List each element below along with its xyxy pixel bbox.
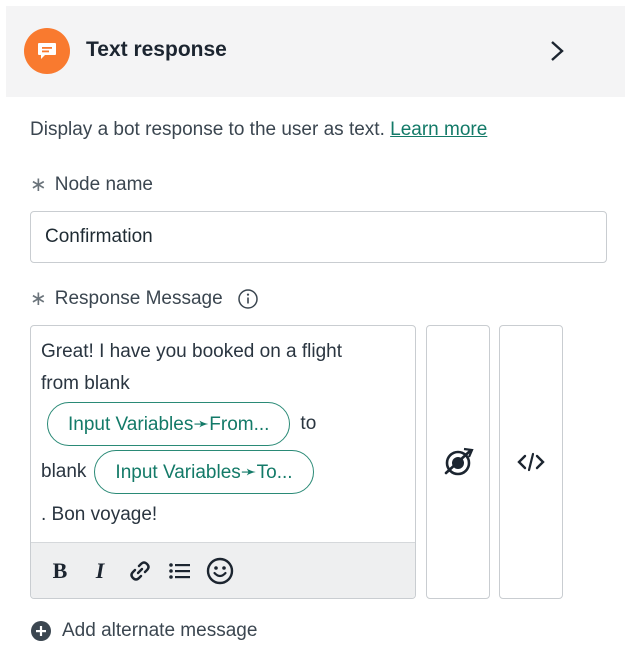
italic-icon[interactable]: I bbox=[83, 554, 117, 588]
response-message-label: ∗ Response Message bbox=[30, 286, 259, 311]
link-icon[interactable] bbox=[123, 554, 157, 588]
message-connector: to bbox=[300, 413, 317, 434]
message-text[interactable]: Great! I have you booked on a flight fro… bbox=[41, 336, 407, 400]
learn-more-link[interactable]: Learn more bbox=[390, 119, 487, 140]
code-icon bbox=[517, 452, 545, 472]
chevron-right-icon[interactable] bbox=[549, 40, 565, 62]
message-connector: blank bbox=[41, 461, 87, 482]
message-line: Great! I have you booked on a flight bbox=[41, 341, 343, 362]
response-message-label-text: Response Message bbox=[54, 287, 223, 309]
node-name-label: ∗ Node name bbox=[30, 172, 153, 197]
info-icon[interactable] bbox=[237, 288, 259, 310]
insert-variable-button[interactable] bbox=[426, 325, 490, 599]
message-line-to: blank Input Variables➛To... bbox=[41, 450, 314, 494]
variable-chip-to[interactable]: Input Variables➛To... bbox=[94, 450, 314, 494]
description: Display a bot response to the user as te… bbox=[30, 119, 487, 141]
message-line: from blank bbox=[41, 373, 130, 394]
message-ending: . Bon voyage! bbox=[41, 504, 158, 525]
required-asterisk: ∗ bbox=[30, 288, 47, 310]
bold-icon[interactable]: B bbox=[43, 554, 77, 588]
variable-icon bbox=[444, 447, 474, 476]
message-line-from: Input Variables➛From... to bbox=[47, 402, 316, 446]
description-text: Display a bot response to the user as te… bbox=[30, 119, 385, 140]
required-asterisk: ∗ bbox=[30, 174, 47, 196]
chat-bubble-icon bbox=[24, 28, 70, 74]
header-title: Text response bbox=[86, 38, 227, 61]
code-view-button[interactable] bbox=[499, 325, 563, 599]
response-message-editor[interactable]: Great! I have you booked on a flight fro… bbox=[30, 325, 416, 599]
add-alternate-label: Add alternate message bbox=[62, 620, 258, 641]
list-icon[interactable] bbox=[163, 554, 197, 588]
variable-chip-from[interactable]: Input Variables➛From... bbox=[47, 402, 291, 446]
node-name-label-text: Node name bbox=[54, 173, 153, 195]
node-name-input[interactable] bbox=[30, 211, 607, 263]
node-header[interactable]: Text response bbox=[6, 6, 625, 97]
emoji-icon[interactable] bbox=[203, 554, 237, 588]
add-alternate-message-button[interactable]: Add alternate message bbox=[30, 620, 257, 642]
formatting-toolbar: B I bbox=[31, 542, 415, 598]
add-circle-icon bbox=[31, 621, 51, 641]
